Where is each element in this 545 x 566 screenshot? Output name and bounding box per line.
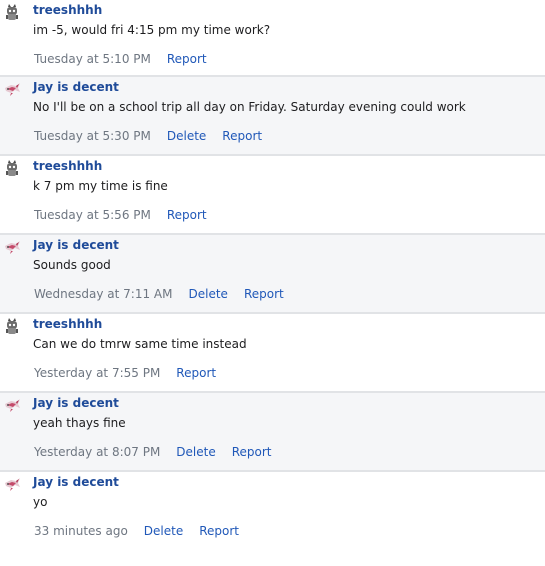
message-item: Jay is decent yeah thays fine Yesterday … — [0, 393, 545, 472]
timestamp: Tuesday at 5:10 PM — [34, 52, 151, 66]
message-text: No I'll be on a school trip all day on F… — [33, 100, 466, 114]
report-link[interactable]: Report — [232, 445, 272, 459]
message-meta: 33 minutes ago Delete Report — [34, 524, 239, 538]
message-text: Sounds good — [33, 258, 111, 272]
timestamp: Wednesday at 7:11 AM — [34, 287, 173, 301]
message-item: treeshhhh Can we do tmrw same time inste… — [0, 314, 545, 393]
timestamp: 33 minutes ago — [34, 524, 128, 538]
jay-avatar-icon[interactable] — [2, 79, 22, 99]
report-link[interactable]: Report — [222, 129, 262, 143]
report-link[interactable]: Report — [176, 366, 216, 380]
timestamp: Tuesday at 5:30 PM — [34, 129, 151, 143]
jay-avatar-icon[interactable] — [2, 395, 22, 415]
message-text: Can we do tmrw same time instead — [33, 337, 247, 351]
delete-link[interactable]: Delete — [167, 129, 206, 143]
message-text: im -5, would fri 4:15 pm my time work? — [33, 23, 271, 37]
author-name[interactable]: Jay is decent — [33, 80, 119, 94]
treeshhhh-avatar-icon[interactable] — [2, 158, 22, 178]
timestamp: Yesterday at 8:07 PM — [34, 445, 161, 459]
message-feed: treeshhhh im -5, would fri 4:15 pm my ti… — [0, 0, 545, 566]
message-text: yeah thays fine — [33, 416, 126, 430]
author-name[interactable]: Jay is decent — [33, 238, 119, 252]
message-item: treeshhhh k 7 pm my time is fine Tuesday… — [0, 156, 545, 235]
timestamp: Yesterday at 7:55 PM — [34, 366, 161, 380]
message-meta: Yesterday at 8:07 PM Delete Report — [34, 445, 272, 459]
author-name[interactable]: treeshhhh — [33, 159, 102, 173]
treeshhhh-avatar-icon[interactable] — [2, 2, 22, 22]
message-item: Jay is decent No I'll be on a school tri… — [0, 77, 545, 156]
report-link[interactable]: Report — [244, 287, 284, 301]
author-name[interactable]: Jay is decent — [33, 396, 119, 410]
report-link[interactable]: Report — [199, 524, 239, 538]
author-name[interactable]: treeshhhh — [33, 317, 102, 331]
message-meta: Yesterday at 7:55 PM Report — [34, 366, 216, 380]
jay-avatar-icon[interactable] — [2, 474, 22, 494]
message-meta: Tuesday at 5:10 PM Report — [34, 52, 207, 66]
delete-link[interactable]: Delete — [144, 524, 183, 538]
jay-avatar-icon[interactable] — [2, 237, 22, 257]
message-text: k 7 pm my time is fine — [33, 179, 168, 193]
message-meta: Tuesday at 5:56 PM Report — [34, 208, 207, 222]
message-meta: Wednesday at 7:11 AM Delete Report — [34, 287, 284, 301]
delete-link[interactable]: Delete — [189, 287, 228, 301]
author-name[interactable]: Jay is decent — [33, 475, 119, 489]
message-item: Jay is decent yo 33 minutes ago Delete R… — [0, 472, 545, 551]
delete-link[interactable]: Delete — [176, 445, 215, 459]
message-text: yo — [33, 495, 48, 509]
report-link[interactable]: Report — [167, 52, 207, 66]
message-item: treeshhhh im -5, would fri 4:15 pm my ti… — [0, 0, 545, 77]
timestamp: Tuesday at 5:56 PM — [34, 208, 151, 222]
report-link[interactable]: Report — [167, 208, 207, 222]
treeshhhh-avatar-icon[interactable] — [2, 316, 22, 336]
author-name[interactable]: treeshhhh — [33, 3, 102, 17]
message-meta: Tuesday at 5:30 PM Delete Report — [34, 129, 262, 143]
message-item: Jay is decent Sounds good Wednesday at 7… — [0, 235, 545, 314]
